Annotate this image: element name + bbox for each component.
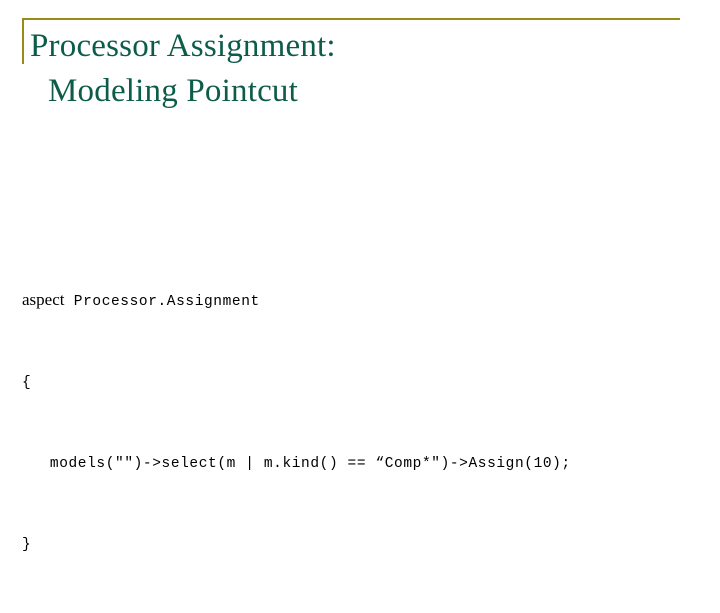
page-title: Processor Assignment: Modeling Pointcut <box>30 24 680 114</box>
page-title-line-2: Modeling Pointcut <box>48 73 298 109</box>
slide: Processor Assignment: Modeling Pointcut … <box>0 0 720 553</box>
code-block: aspect Processor.Assignment { models("")… <box>22 232 720 613</box>
code-line-2: { <box>22 375 32 391</box>
title-divider-vertical <box>22 18 24 64</box>
code-line-3: models("")->select(m | m.kind() == “Comp… <box>22 456 571 472</box>
code-line-1: aspect Processor.Assignment <box>22 286 720 316</box>
code-line-4: } <box>22 537 32 553</box>
title-divider-horizontal <box>22 18 680 20</box>
code-line-1-rest: Processor.Assignment <box>64 294 260 310</box>
page-title-line-1: Processor Assignment: <box>30 28 336 64</box>
code-keyword-aspect: aspect <box>22 290 65 309</box>
